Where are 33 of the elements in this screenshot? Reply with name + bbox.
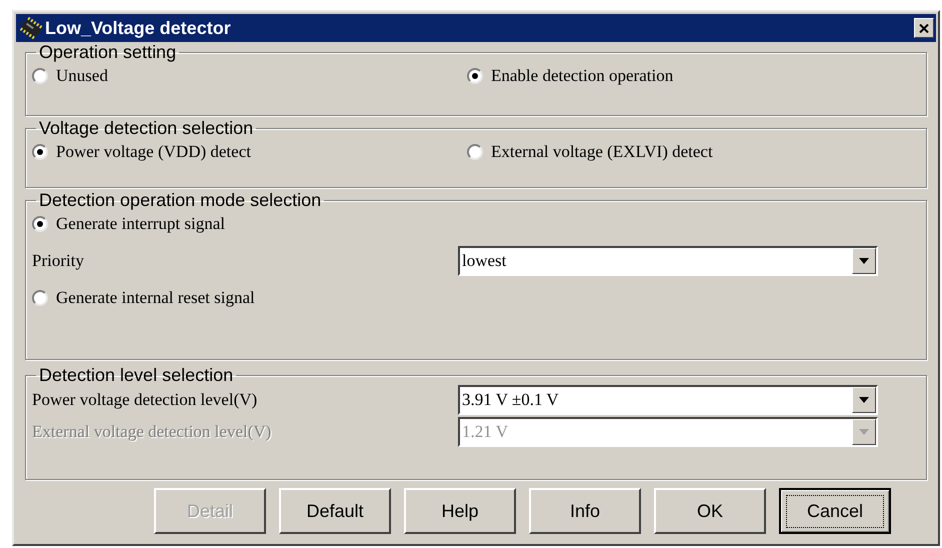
radio-button[interactable]: [467, 144, 483, 160]
radio-label: Enable detection operation: [491, 65, 674, 88]
radio-label: Generate interrupt signal: [56, 213, 225, 236]
radio-label: Unused: [56, 65, 108, 88]
close-button[interactable]: [914, 18, 934, 38]
dropdown[interactable]: 3.91 V ±0.1 V: [458, 385, 878, 415]
field-label: Priority: [32, 250, 85, 272]
close-icon: [919, 24, 929, 32]
group-title: Operation setting: [38, 42, 178, 62]
radio-label: External voltage (EXLVI) detect: [491, 141, 713, 164]
radio-button[interactable]: [467, 68, 483, 84]
radio-label: Power voltage (VDD) detect: [56, 141, 251, 164]
dialog-button[interactable]: Default: [279, 488, 391, 534]
group-title: Voltage detection selection: [38, 118, 254, 138]
dialog-button[interactable]: OK: [654, 488, 766, 534]
radio-button[interactable]: [32, 216, 48, 232]
dialog-button[interactable]: Info: [529, 488, 641, 534]
group-title: Detection level selection: [38, 365, 234, 385]
group-title: Detection operation mode selection: [38, 190, 322, 210]
dropdown-value: lowest: [461, 250, 508, 272]
dialog-button[interactable]: Cancel: [779, 488, 891, 534]
radio-button[interactable]: [32, 144, 48, 160]
field-label: External voltage detection level(V): [32, 421, 272, 444]
radio-label: Generate internal reset signal: [56, 287, 255, 310]
dropdown[interactable]: lowest: [458, 246, 878, 276]
field-label: Power voltage detection level(V): [32, 389, 258, 412]
radio-button[interactable]: [32, 68, 48, 84]
window-title: Low_Voltage detector: [45, 16, 232, 40]
radio-button[interactable]: [32, 290, 48, 306]
chip-icon: [18, 16, 44, 40]
dialog-button[interactable]: Help: [404, 488, 516, 534]
dropdown-value: 3.91 V ±0.1 V: [461, 389, 560, 412]
dropdown-value: 1.21 V: [461, 421, 509, 444]
